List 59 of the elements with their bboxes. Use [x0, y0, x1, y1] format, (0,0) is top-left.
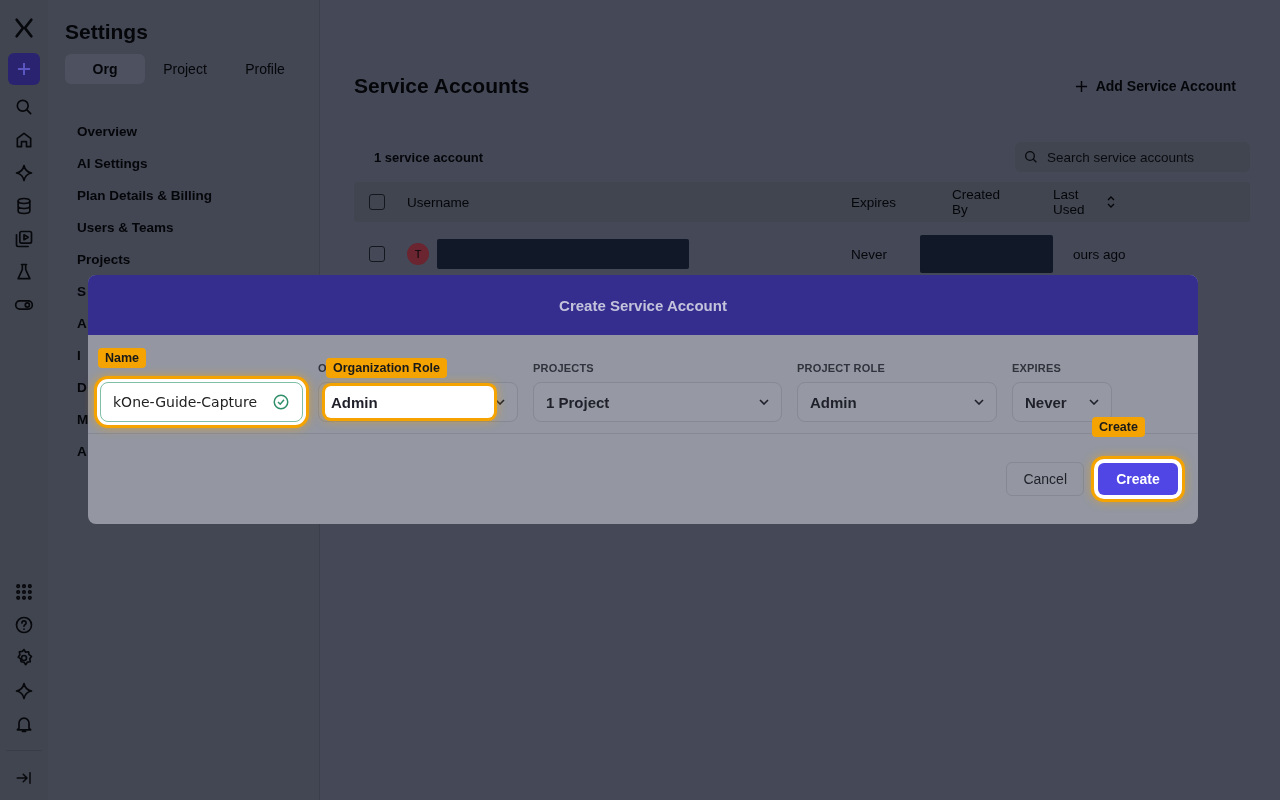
add-button[interactable]: [8, 53, 40, 85]
chevron-down-icon: [974, 399, 984, 405]
help-icon[interactable]: [14, 614, 34, 635]
settings-icon[interactable]: [14, 647, 34, 668]
check-circle-icon: [272, 393, 290, 411]
cancel-button[interactable]: Cancel: [1006, 462, 1084, 496]
nav-item[interactable]: Projects: [77, 244, 131, 276]
chevron-down-icon: [1089, 399, 1099, 405]
plus-icon: [1074, 79, 1088, 93]
video-icon[interactable]: [14, 228, 34, 249]
field-label: EXPIRES: [1012, 362, 1062, 374]
nav-item[interactable]: I: [77, 340, 81, 372]
nav-item[interactable]: Users & Teams: [77, 212, 174, 244]
select-field[interactable]: Never: [1012, 382, 1112, 422]
select-field[interactable]: 1 Project: [533, 382, 782, 422]
column-header: Expires: [851, 194, 896, 210]
plus-icon: [17, 62, 31, 76]
logo-icon: [13, 17, 35, 39]
avatar: T: [407, 243, 429, 265]
select-field[interactable]: Admin: [797, 382, 997, 422]
table-cell-text: Never: [851, 246, 888, 262]
nav-item[interactable]: Plan Details & Billing: [77, 180, 213, 212]
callout-tooltip: Name: [98, 348, 147, 368]
page-title: Settings: [65, 20, 149, 44]
nav-item[interactable]: M: [77, 404, 89, 436]
nav-item[interactable]: Overview: [77, 116, 138, 148]
section-title: Service Accounts: [354, 74, 530, 98]
settings-tab[interactable]: Profile: [225, 54, 305, 84]
add-service-account-button[interactable]: Add Service Account: [1074, 78, 1250, 94]
column-header: Last Used: [1053, 187, 1086, 217]
sparkle-icon[interactable]: [14, 162, 34, 183]
apps-grid-icon[interactable]: [14, 581, 34, 602]
callout-tooltip: Create: [1092, 417, 1145, 437]
chevron-down-icon: [495, 399, 505, 405]
nav-item[interactable]: AI Settings: [77, 148, 148, 180]
nav-item[interactable]: D: [77, 372, 87, 404]
flask-icon[interactable]: [14, 261, 34, 282]
dialog-title: Create Service Account: [88, 275, 1198, 335]
database-icon[interactable]: [14, 195, 34, 216]
nav-item[interactable]: S: [77, 276, 86, 308]
sparkle-icon[interactable]: [14, 680, 34, 701]
sort-icon[interactable]: [1107, 196, 1115, 208]
account-count: 1 service account: [374, 149, 484, 165]
column-header: Created By: [952, 187, 1002, 217]
field-label: PROJECT ROLE: [797, 362, 885, 374]
callout-tooltip: Organization Role: [326, 358, 447, 378]
field-label: PROJECTS: [533, 362, 594, 374]
field-label: O: [318, 362, 327, 374]
chevron-down-icon: [759, 399, 769, 405]
settings-tab[interactable]: Project: [145, 54, 225, 84]
checkbox[interactable]: [369, 194, 385, 210]
checkbox[interactable]: [369, 246, 385, 262]
nav-item[interactable]: A: [77, 308, 87, 340]
select-field[interactable]: Admin: [318, 382, 518, 422]
column-header: Username: [407, 194, 470, 210]
settings-tab[interactable]: Org: [65, 54, 145, 84]
nav-item[interactable]: A: [77, 436, 87, 468]
search-field[interactable]: Search service accounts: [1015, 142, 1250, 172]
table-cell: ours ago: [1073, 246, 1126, 262]
